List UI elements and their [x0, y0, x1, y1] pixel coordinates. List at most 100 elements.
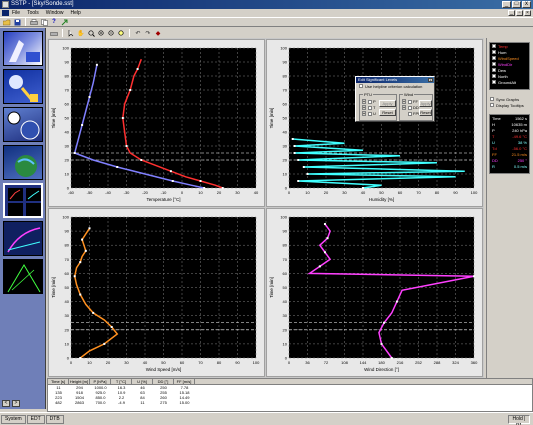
- column-header[interactable]: P [hPa]: [90, 379, 111, 384]
- redo-icon[interactable]: ↷: [144, 29, 152, 37]
- x-tick-label: 324: [452, 360, 459, 365]
- doc-restore-button[interactable]: ▫: [516, 10, 523, 16]
- print-icon[interactable]: [30, 18, 38, 26]
- tab-dtb[interactable]: DTB: [45, 414, 64, 424]
- legend-checkbox[interactable]: [492, 50, 496, 54]
- settings-icon[interactable]: ◆: [154, 29, 162, 37]
- x-axis-label: Wind Direction [°]: [364, 367, 399, 372]
- open-folder-icon[interactable]: [3, 18, 11, 26]
- y-tick-label: 20: [283, 158, 288, 163]
- thumbnail-wind-rose[interactable]: [3, 107, 43, 142]
- column-header[interactable]: T [°C]: [111, 379, 132, 384]
- thumbnail-balloon-release[interactable]: [3, 69, 43, 104]
- table-row[interactable]: 482 2863 700.0 -4.9 11 275 15.00: [48, 400, 532, 405]
- save-icon[interactable]: [13, 18, 21, 26]
- wind-direction-chart[interactable]: 0 36 72 108 144 180 216 252 288 324 36001020304050…: [267, 209, 482, 376]
- legend-item-groundalt[interactable]: GroundAlt: [490, 79, 529, 85]
- x-tick-label: -60: [68, 190, 75, 195]
- wind-checkbox-ff[interactable]: [408, 100, 412, 104]
- menu-window[interactable]: Window: [46, 10, 64, 16]
- column-header[interactable]: U [%]: [132, 379, 153, 384]
- export-icon[interactable]: [60, 18, 68, 26]
- legend-checkbox[interactable]: [492, 74, 496, 78]
- wind-apply-button[interactable]: Apply: [419, 100, 432, 107]
- y-tick-label: 10: [65, 341, 70, 346]
- ptu-spin-p[interactable]: ▴: [362, 99, 366, 104]
- ptu-checkbox-p[interactable]: [368, 100, 372, 104]
- panel-temperature: -60 -50 -40 -30 -20 -10 0 10 20 30 40 0 10 20 30 40 50 60…: [48, 39, 265, 207]
- readout-row: R 0.5 m/s: [492, 164, 527, 170]
- maximize-button[interactable]: □: [512, 1, 521, 8]
- column-header[interactable]: Height [m]: [69, 379, 90, 384]
- column-header[interactable]: DD [°]: [153, 379, 174, 384]
- option-display-tooltips[interactable]: Display Tooltips: [487, 102, 532, 108]
- wind-speed-chart[interactable]: 0 10 20 30 40 50 60 70 80 90 100010203040506070809…: [49, 209, 264, 376]
- humidity-chart[interactable]: 0 10 20 30 40 50 60 70 80 90 100010203040506070809…: [267, 40, 482, 206]
- main-toolbar: ?: [0, 17, 533, 27]
- legend-checkbox[interactable]: [492, 62, 496, 66]
- nav-next-button[interactable]: >: [12, 400, 20, 407]
- tab-edt[interactable]: EDT: [26, 414, 45, 424]
- doc-minimize-button[interactable]: _: [508, 10, 515, 16]
- zoom-icon[interactable]: [87, 29, 95, 37]
- thumbnail-globe-map[interactable]: [3, 145, 43, 180]
- ptu-group: PTU ▴ P ▴ T ▴ U Apply Reset: [359, 92, 397, 121]
- ptu-checkbox-u[interactable]: [368, 112, 372, 116]
- zoom-out-icon[interactable]: [107, 29, 115, 37]
- cursor-icon[interactable]: [67, 29, 75, 37]
- ptu-spin-u[interactable]: ▴: [362, 111, 366, 116]
- y-tick-label: 10: [283, 172, 288, 177]
- hand-icon[interactable]: ✋: [77, 29, 85, 37]
- nav-prev-button[interactable]: <: [2, 400, 10, 407]
- ptu-group-label: PTU: [363, 92, 373, 97]
- wind-checkbox-dd[interactable]: [408, 106, 412, 110]
- table-cell: -4.9: [118, 400, 125, 405]
- table-cell: 11: [140, 400, 145, 405]
- menu-help[interactable]: Help: [71, 10, 81, 16]
- thumbnail-sonde-launch[interactable]: [3, 31, 43, 66]
- column-header[interactable]: FF [m/s]: [174, 379, 195, 384]
- ptu-reset-button[interactable]: Reset: [379, 109, 396, 116]
- legend-checkbox[interactable]: [492, 80, 496, 84]
- x-tick-label: -50: [87, 190, 94, 195]
- close-button[interactable]: x: [522, 1, 531, 8]
- y-tick-label: 30: [283, 144, 288, 149]
- menu-tools[interactable]: Tools: [27, 10, 39, 16]
- x-tick-label: 60: [398, 190, 403, 195]
- help-icon[interactable]: ?: [50, 18, 58, 26]
- helpline-option: Use helpline criterion calculation: [356, 83, 434, 89]
- y-axis-label: Time [min]: [51, 108, 56, 129]
- wind-reset-button[interactable]: Reset: [419, 109, 432, 116]
- data-point: [169, 170, 172, 173]
- thumbnail-ray-trace[interactable]: [3, 259, 43, 294]
- minimize-button[interactable]: _: [502, 1, 511, 8]
- ptu-spin-t[interactable]: ▴: [362, 105, 366, 110]
- tab-system[interactable]: System: [1, 414, 26, 424]
- ptu-checkbox-t[interactable]: [368, 106, 372, 110]
- helpline-label: Use helpline criterion calculation: [365, 83, 423, 89]
- legend-checkbox[interactable]: [492, 44, 496, 48]
- wind-spin-dd[interactable]: ▴: [402, 105, 406, 110]
- zoom-fit-icon[interactable]: [117, 29, 125, 37]
- panel-humidity: 0 10 20 30 40 50 60 70 80 90 100 0 10 20 30 40 50 60 70 80 9…: [266, 39, 483, 207]
- helpline-checkbox[interactable]: [359, 84, 363, 88]
- wind-spin-ff[interactable]: ▴: [402, 99, 406, 104]
- dialog-close-button[interactable]: x: [428, 78, 433, 82]
- option-checkbox[interactable]: [490, 97, 494, 101]
- ptu-apply-button[interactable]: Apply: [379, 100, 396, 107]
- doc-close-button[interactable]: ×: [524, 10, 531, 16]
- menu-file[interactable]: File: [12, 10, 20, 16]
- thumbnail-trajectory[interactable]: [3, 221, 43, 256]
- zoom-in-icon[interactable]: [97, 29, 105, 37]
- temperature-chart[interactable]: -60 -50 -40 -30 -20 -10 0 10 20 30 400102030405060…: [49, 40, 264, 206]
- print-icon[interactable]: [50, 29, 58, 37]
- wind-checkbox-fpu[interactable]: [408, 112, 412, 116]
- thumbnail-profile-charts[interactable]: [3, 183, 43, 218]
- y-tick-label: 80: [283, 74, 288, 79]
- undo-icon[interactable]: ↶: [134, 29, 142, 37]
- option-checkbox[interactable]: [490, 103, 494, 107]
- legend-checkbox[interactable]: [492, 68, 496, 72]
- legend-checkbox[interactable]: [492, 56, 496, 60]
- column-header[interactable]: Time [s]: [48, 379, 69, 384]
- copy-icon[interactable]: [40, 18, 48, 26]
